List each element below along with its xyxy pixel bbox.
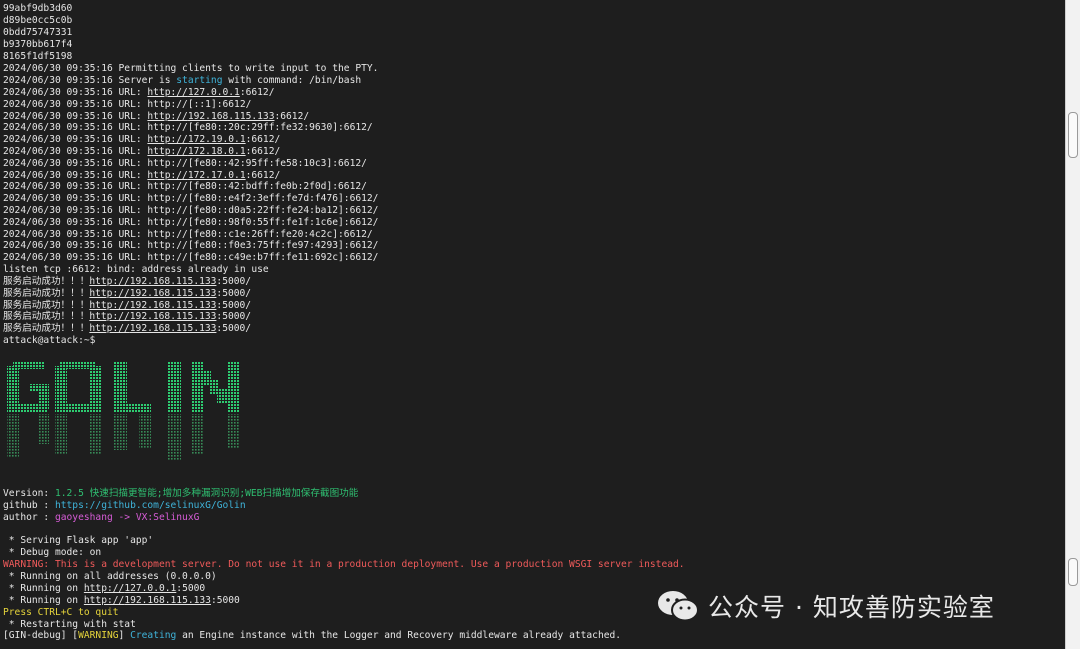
url-log-line: 2024/06/30 09:35:16 URL: http://[fe80::9… [3, 216, 379, 228]
url-log-line: 2024/06/30 09:35:16 URL: http://[fe80::c… [3, 228, 373, 240]
shell-prompt: attack@attack:~$ [3, 335, 96, 346]
service-started-line: 服务启动成功！！！http://192.168.115.133:5000/ [3, 323, 252, 335]
starting-keyword: starting [176, 75, 223, 86]
ip-url-link[interactable]: http://192.168.115.133 [84, 595, 211, 606]
scrollbar-thumb[interactable] [1068, 112, 1078, 158]
url-link[interactable]: http://192.168.115.133 [147, 111, 274, 122]
url-link[interactable]: http://127.0.0.1 [147, 87, 239, 98]
url-log-line: 2024/06/30 09:35:16 URL: http://[fe80::c… [3, 252, 379, 264]
flask-debug-line: * Debug mode: on [3, 547, 102, 558]
container-id-line: d89be0cc5c0b [3, 15, 73, 26]
container-id-line: b9370bb617f4 [3, 39, 73, 50]
url-log-line: 2024/06/30 09:35:16 URL: http://172.18.0… [3, 146, 281, 157]
pty-log-line: 2024/06/30 09:35:16 Permitting clients t… [3, 63, 379, 74]
warning-tag: WARNING [78, 630, 119, 641]
url-log-line: 2024/06/30 09:35:16 URL: http://127.0.0.… [3, 87, 275, 98]
url-log-line: 2024/06/30 09:35:16 URL: http://172.17.0… [3, 169, 281, 181]
service-started-line: 服务启动成功！！！http://192.168.115.133:5000/ [3, 299, 252, 311]
service-url-link[interactable]: http://192.168.115.133 [89, 300, 216, 311]
wechat-icon [658, 591, 699, 622]
author-line: author : gaoyeshang -> VX:SelinuxG [3, 512, 200, 523]
url-log-line: 2024/06/30 09:35:16 URL: http://[fe80::f… [3, 240, 379, 252]
github-url: https://github.com/selinuxG/Golin [54, 500, 246, 511]
quit-hint-line: Press CTRL+C to quit [3, 607, 119, 618]
vertical-scrollbar[interactable] [1065, 0, 1080, 649]
url-log-line: 2024/06/30 09:35:16 URL: http://[::1]:66… [3, 98, 252, 110]
version-value: 1.2.5 快速扫描更智能;增加多种漏洞识别;WEB扫描增加保存截图功能 [54, 488, 359, 499]
url-link[interactable]: http://172.19.0.1 [147, 134, 245, 145]
url-log-line: 2024/06/30 09:35:16 URL: http://[fe80::d… [3, 205, 379, 216]
container-id-line: 0bdd75747331 [3, 27, 73, 38]
url-log-line: 2024/06/30 09:35:16 URL: http://192.168.… [3, 110, 310, 122]
watermark: 公众号 · 知攻善防实验室 [656, 588, 995, 624]
version-line: Version: 1.2.5 快速扫描更智能;增加多种漏洞识别;WEB扫描增加保… [3, 488, 359, 499]
listen-error-line: listen tcp :6612: bind: address already … [3, 264, 269, 275]
service-url-link[interactable]: http://192.168.115.133 [89, 288, 216, 299]
author-value: gaoyeshang -> VX:SelinuxG [54, 512, 200, 523]
service-url-link[interactable]: http://192.168.115.133 [89, 311, 216, 322]
container-id-line: 99abf9db3d60 [3, 3, 73, 14]
watermark-text: 公众号 · 知攻善防实验室 [708, 593, 995, 622]
server-log-line: 2024/06/30 09:35:16 Server is starting w… [3, 75, 362, 86]
golin-logo [7, 361, 239, 460]
service-url-link[interactable]: http://192.168.115.133 [89, 276, 216, 287]
url-log-line: 2024/06/30 09:35:16 URL: http://[fe80::e… [3, 193, 379, 205]
github-line: github : https://github.com/selinuxG/Gol… [3, 500, 246, 511]
service-url-link[interactable]: http://192.168.115.133 [89, 323, 216, 334]
url-link[interactable]: http://172.17.0.1 [147, 170, 245, 181]
service-started-line: 服务启动成功！！！http://192.168.115.133:5000/ [3, 276, 252, 287]
local-url-link[interactable]: http://127.0.0.1 [84, 583, 176, 594]
url-log-line: 2024/06/30 09:35:16 URL: http://[fe80::4… [3, 181, 367, 193]
terminal-window[interactable]: 99abf9db3d60 d89be0cc5c0b 0bdd75747331 b… [0, 0, 1066, 649]
url-link[interactable]: http://172.18.0.1 [147, 146, 245, 157]
running-local-line: * Running on http://127.0.0.1:5000 [3, 583, 206, 594]
url-log-line: 2024/06/30 09:35:16 URL: http://[fe80::4… [3, 157, 367, 169]
container-id-line: 8165f1df5198 [3, 51, 73, 62]
service-started-line: 服务启动成功！！！http://192.168.115.133:5000/ [3, 287, 252, 299]
running-ip-line: * Running on http://192.168.115.133:5000 [3, 595, 240, 606]
url-log-line: 2024/06/30 09:35:16 URL: http://172.19.0… [3, 134, 281, 146]
gin-debug-line: [GIN-debug] [WARNING] Creating an Engine… [3, 630, 622, 641]
service-started-line: 服务启动成功！！！http://192.168.115.133:5000/ [3, 311, 252, 323]
url-log-line: 2024/06/30 09:35:16 URL: http://[fe80::2… [3, 122, 373, 134]
creating-keyword: Creating [130, 630, 177, 641]
running-all-line: * Running on all addresses (0.0.0.0) [3, 571, 217, 582]
flask-warning-line: WARNING: This is a development server. D… [3, 559, 685, 570]
scrollbar-thumb-secondary[interactable] [1068, 558, 1078, 586]
flask-serving-line: * Serving Flask app 'app' [3, 535, 154, 546]
